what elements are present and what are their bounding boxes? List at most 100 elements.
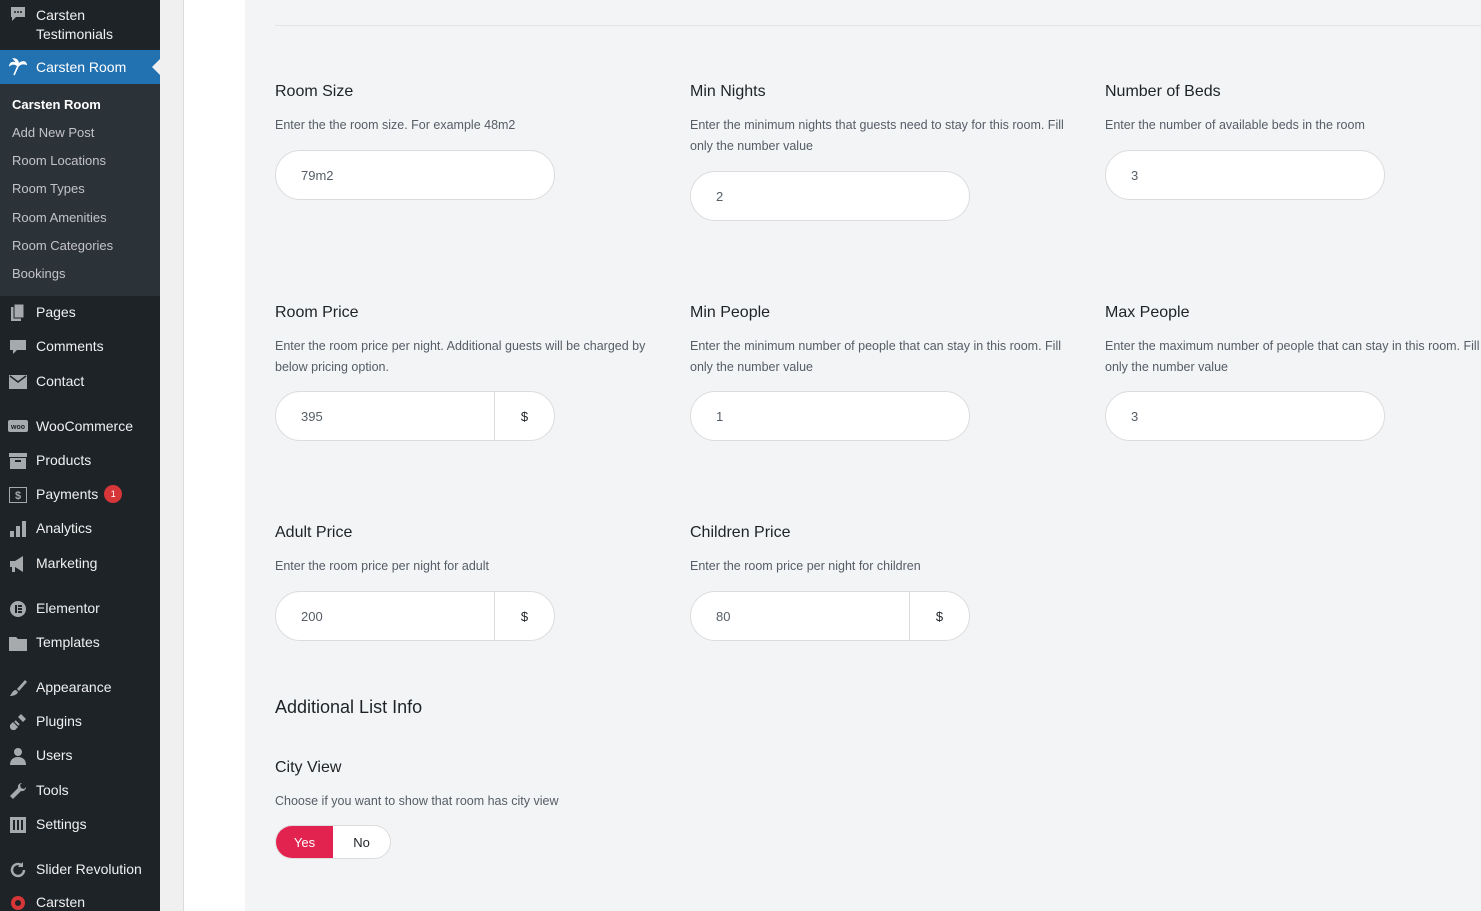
elementor-icon — [8, 599, 28, 619]
field-title: City View — [275, 759, 342, 776]
archive-icon — [8, 451, 28, 471]
field-adult-price: Adult Price Enter the room price per nig… — [275, 523, 665, 577]
menu-item-marketing[interactable]: Marketing — [0, 554, 160, 574]
menu-item-settings[interactable]: Settings — [0, 815, 160, 835]
menu-label: Slider Revolution — [36, 861, 142, 877]
svg-text:$: $ — [15, 490, 21, 502]
speech-bubble-icon — [8, 4, 28, 24]
field-room-price: Room Price Enter the room price per nigh… — [275, 303, 670, 378]
bar-chart-icon — [8, 519, 28, 539]
field-title: Room Size — [275, 83, 354, 100]
adult-price-input[interactable]: 200 $ — [275, 591, 555, 641]
field-description: Enter the room price per night. Addition… — [275, 339, 646, 374]
field-max-people: Max People Enter the maximum number of p… — [1105, 303, 1481, 378]
field-description: Enter the room price per night for child… — [690, 559, 921, 573]
user-icon — [8, 746, 28, 766]
menu-label: Tools — [36, 782, 69, 798]
dollar-icon: $ — [8, 485, 28, 505]
field-title: Max People — [1105, 304, 1190, 321]
circle-icon — [8, 893, 28, 911]
input-value: 79m2 — [301, 167, 334, 183]
menu-label: Elementor — [36, 600, 100, 616]
active-indicator — [152, 59, 160, 75]
toggle-yes-option[interactable]: Yes — [276, 826, 333, 858]
admin-sidebar: Carsten Testimonials Carsten Room Carsten… — [0, 0, 160, 911]
menu-item-tools[interactable]: Tools — [0, 781, 160, 801]
menu-label: Pages — [36, 304, 76, 320]
field-title: Adult Price — [275, 524, 353, 541]
submenu-item-room-types[interactable]: Room Types — [12, 180, 85, 198]
brush-icon — [8, 678, 28, 698]
menu-label: Comments — [36, 338, 104, 354]
menu-item-templates[interactable]: Templates — [0, 633, 160, 653]
submenu-item-room-locations[interactable]: Room Locations — [12, 152, 106, 170]
room-price-input[interactable]: 395 $ — [275, 391, 555, 441]
menu-label: Contact — [36, 373, 85, 389]
menu-item-woocommerce[interactable]: woo WooCommerce — [0, 417, 160, 437]
pages-icon — [8, 303, 28, 323]
field-description: Enter the minimum nights that guests nee… — [690, 118, 1064, 153]
menu-label: Marketing — [36, 555, 98, 571]
menu-label: Settings — [36, 816, 87, 832]
field-description: Enter the minimum number of people that … — [690, 339, 1061, 374]
menu-label: Products — [36, 452, 92, 468]
mail-icon — [8, 372, 28, 392]
number-of-beds-input[interactable]: 3 — [1105, 150, 1385, 200]
submenu-item-room-categories[interactable]: Room Categories — [12, 237, 113, 255]
menu-item-carsten[interactable]: Carsten — [0, 893, 160, 911]
menu-item-slider-revolution[interactable]: Slider Revolution — [0, 860, 160, 880]
menu-label: Analytics — [36, 520, 93, 536]
input-value: 2 — [716, 188, 724, 204]
field-title: Number of Beds — [1105, 83, 1221, 100]
wrench-icon — [8, 781, 28, 801]
field-min-nights: Min Nights Enter the minimum nights that… — [690, 82, 1080, 157]
field-description: Choose if you want to show that room has… — [275, 794, 559, 808]
field-number-of-beds: Number of Beds Enter the number of avail… — [1105, 82, 1481, 136]
max-people-input[interactable]: 3 — [1105, 391, 1385, 441]
menu-label: Carsten Room — [36, 59, 127, 75]
submenu-carsten-room: Carsten Room Add New Post Room Locations… — [0, 84, 160, 296]
currency-unit: $ — [494, 392, 554, 440]
input-value: 1 — [716, 408, 724, 424]
children-price-input[interactable]: 80 $ — [690, 591, 970, 641]
submenu-item-add-new-post[interactable]: Add New Post — [12, 124, 94, 142]
field-description: Enter the maximum number of people that … — [1105, 339, 1480, 374]
field-min-people: Min People Enter the minimum number of p… — [690, 303, 1080, 378]
submenu-item-bookings[interactable]: Bookings — [12, 265, 65, 283]
input-value: 80 — [716, 608, 731, 624]
submenu-item-carsten-room[interactable]: Carsten Room — [12, 96, 101, 114]
menu-item-elementor[interactable]: Elementor — [0, 599, 160, 619]
min-nights-input[interactable]: 2 — [690, 171, 970, 221]
menu-item-analytics[interactable]: Analytics — [0, 519, 160, 539]
input-value: 200 — [301, 608, 323, 624]
menu-item-contact[interactable]: Contact — [0, 372, 160, 392]
menu-label: Carsten — [36, 894, 86, 910]
submenu-item-room-amenities[interactable]: Room Amenities — [12, 209, 107, 227]
menu-item-pages[interactable]: Pages — [0, 303, 160, 323]
menu-item-appearance[interactable]: Appearance — [0, 678, 160, 698]
room-size-input[interactable]: 79m2 — [275, 150, 555, 200]
min-people-input[interactable]: 1 — [690, 391, 970, 441]
comments-icon — [8, 337, 28, 357]
menu-item-plugins[interactable]: Plugins — [0, 712, 160, 732]
menu-item-payments[interactable]: $ Payments 1 — [0, 485, 160, 505]
field-room-size: Room Size Enter the the room size. For e… — [275, 82, 665, 136]
input-value: 3 — [1131, 167, 1139, 183]
plug-icon — [8, 712, 28, 732]
notification-badge: 1 — [104, 485, 123, 504]
menu-label: Templates — [36, 634, 100, 650]
menu-item-products[interactable]: Products — [0, 451, 160, 471]
city-view-toggle: Yes No — [275, 825, 391, 859]
section-title: Additional List Info — [275, 697, 423, 717]
menu-item-carsten-testimonials[interactable]: Carsten Testimonials — [0, 2, 160, 46]
menu-item-carsten-room[interactable]: Carsten Room — [0, 50, 160, 84]
field-description: Enter the number of available beds in th… — [1105, 118, 1365, 132]
menu-label: Carsten Testimonials — [36, 7, 114, 42]
field-city-view: City View Choose if you want to show tha… — [275, 758, 675, 812]
menu-item-comments[interactable]: Comments — [0, 337, 160, 357]
menu-label: Users — [36, 747, 73, 763]
input-value: 395 — [301, 408, 323, 424]
field-description: Enter the the room size. For example 48m… — [275, 118, 516, 132]
menu-item-users[interactable]: Users — [0, 746, 160, 766]
toggle-no-option[interactable]: No — [333, 826, 390, 858]
